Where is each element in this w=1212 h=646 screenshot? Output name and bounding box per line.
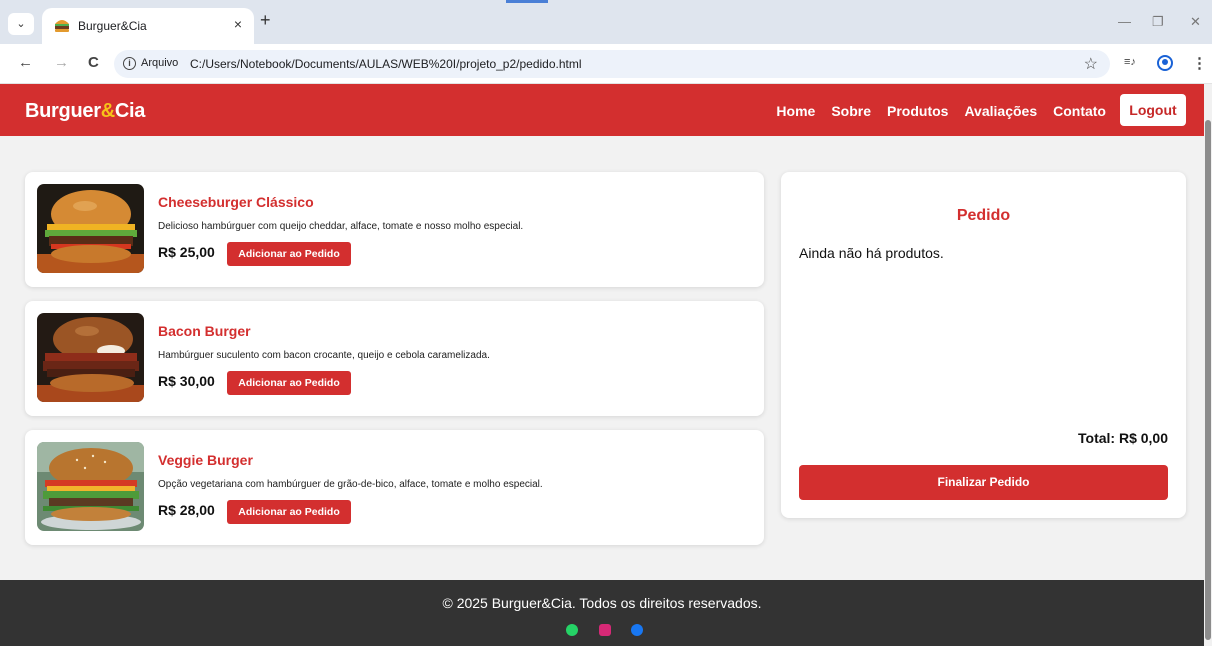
media-controls-icon[interactable]: ≡♪ (1124, 56, 1136, 68)
instagram-icon[interactable] (599, 624, 611, 636)
product-image-veggie-burger (37, 442, 144, 531)
close-window-icon[interactable]: ✕ (1190, 14, 1201, 30)
site-logo[interactable]: Burguer&Cia (25, 100, 145, 123)
nav-avaliacoes-link[interactable]: Avaliações (964, 103, 1037, 119)
brand-text-1: Burguer (25, 100, 101, 122)
footer-copyright: © 2025 Burguer&Cia. Todos os direitos re… (442, 595, 762, 611)
facebook-icon[interactable] (631, 624, 643, 636)
tab-search-button[interactable]: ⌄ (8, 13, 34, 35)
forward-icon[interactable]: → (54, 54, 69, 71)
order-title: Pedido (956, 207, 1011, 224)
product-image-bacon-burger (37, 313, 144, 402)
new-tab-icon[interactable]: + (260, 10, 271, 31)
browser-tab[interactable]: Burguer&Cia × (42, 8, 254, 44)
nav-sobre-link[interactable]: Sobre (831, 103, 871, 119)
browser-menu-icon[interactable]: ⋮ (1192, 54, 1207, 72)
product-price: R$ 25,00 (158, 244, 215, 260)
burger-favicon-icon (55, 20, 69, 32)
restore-icon[interactable]: ❐ (1152, 14, 1164, 30)
minimize-icon[interactable]: — (1118, 14, 1131, 29)
main-nav: Home Sobre Produtos Avaliações Contato (776, 103, 1106, 119)
brand-ampersand: & (100, 100, 115, 122)
tab-strip-accent (506, 0, 548, 3)
add-to-order-button[interactable]: Adicionar ao Pedido (227, 242, 351, 266)
site-footer: © 2025 Burguer&Cia. Todos os direitos re… (0, 580, 1204, 646)
product-name: Bacon Burger (158, 323, 251, 339)
info-icon[interactable]: i (123, 57, 136, 70)
product-card-bacon-burger: Bacon Burger Hambúrguer suculento com ba… (25, 301, 764, 416)
scrollbar-thumb[interactable] (1205, 120, 1211, 640)
reload-icon[interactable]: C (88, 54, 99, 71)
add-to-order-button[interactable]: Adicionar ao Pedido (227, 371, 351, 395)
order-empty-message: Ainda não há produtos. (799, 245, 944, 261)
product-price: R$ 30,00 (158, 373, 215, 389)
product-description: Hambúrguer suculento com bacon crocante,… (158, 350, 490, 361)
browser-tab-bar: ⌄ Burguer&Cia × + — ❐ ✕ (0, 0, 1212, 44)
nav-contato-link[interactable]: Contato (1053, 103, 1106, 119)
product-card-cheeseburger: Cheeseburger Clássico Delicioso hambúrgu… (25, 172, 764, 287)
add-to-order-button[interactable]: Adicionar ao Pedido (227, 500, 351, 524)
page-viewport: Burguer&Cia Home Sobre Produtos Avaliaçõ… (0, 84, 1204, 646)
order-panel: Pedido Ainda não há produtos. Total: R$ … (781, 172, 1186, 518)
tab-close-icon[interactable]: × (234, 16, 242, 32)
profile-icon[interactable] (1157, 55, 1173, 71)
logout-button[interactable]: Logout (1120, 94, 1186, 126)
product-name: Veggie Burger (158, 452, 253, 468)
back-icon[interactable]: ← (18, 54, 33, 71)
product-name: Cheeseburger Clássico (158, 194, 314, 210)
site-header: Burguer&Cia Home Sobre Produtos Avaliaçõ… (0, 84, 1204, 136)
browser-toolbar: ← → C i Arquivo C:/Users/Notebook/Docume… (0, 44, 1212, 84)
product-description: Delicioso hambúrguer com queijo cheddar,… (158, 221, 524, 232)
bookmark-star-icon[interactable]: ☆ (1084, 54, 1098, 74)
finish-order-button[interactable]: Finalizar Pedido (799, 465, 1168, 500)
order-total: Total: R$ 0,00 (1078, 430, 1168, 446)
tab-title: Burguer&Cia (78, 19, 147, 33)
whatsapp-icon[interactable] (566, 624, 578, 636)
product-image-cheeseburger (37, 184, 144, 273)
nav-home-link[interactable]: Home (776, 103, 815, 119)
nav-produtos-link[interactable]: Produtos (887, 103, 948, 119)
address-bar[interactable]: i Arquivo C:/Users/Notebook/Documents/AU… (114, 50, 1110, 78)
url-text[interactable]: C:/Users/Notebook/Documents/AULAS/WEB%20… (190, 57, 582, 71)
page-scrollbar[interactable] (1204, 84, 1212, 646)
product-price: R$ 28,00 (158, 502, 215, 518)
file-scheme-label: Arquivo (141, 57, 179, 69)
product-description: Opção vegetariana com hambúrguer de grão… (158, 479, 543, 490)
brand-text-2: Cia (114, 100, 146, 122)
product-card-veggie-burger: Veggie Burger Opção vegetariana com hamb… (25, 430, 764, 545)
